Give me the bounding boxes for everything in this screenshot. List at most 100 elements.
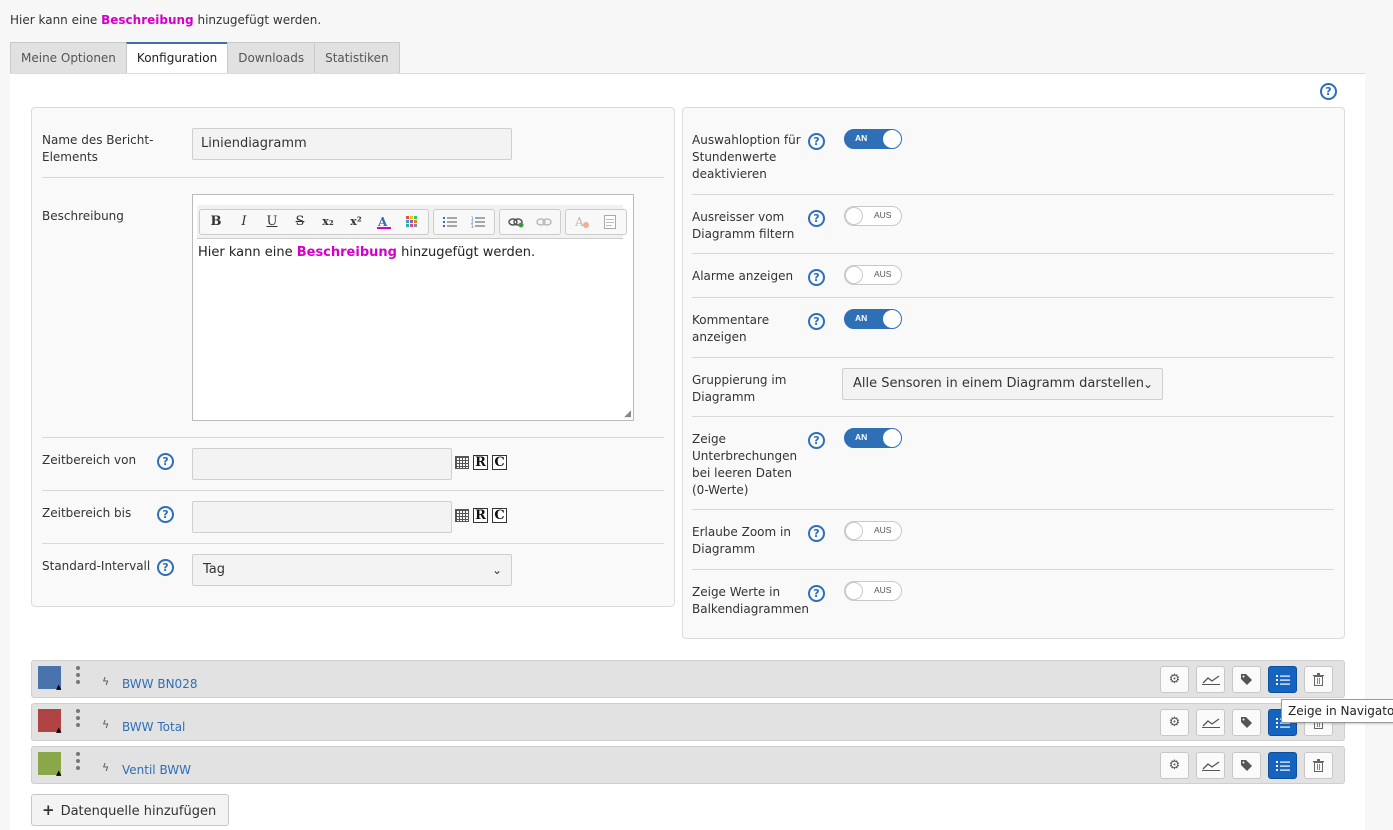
comments-toggle[interactable]: AN [844,309,902,329]
bar-values-toggle[interactable]: AUS [844,581,902,601]
superscript-button[interactable]: x² [342,210,370,234]
option-label: Kommentare anzeigen [692,313,770,344]
caret-icon: ▲ [56,769,62,777]
caret-icon: ▲ [56,726,62,734]
help-icon[interactable]: ? [157,453,174,470]
name-label: Name des Bericht-Elements [42,133,154,164]
drag-handle-icon[interactable] [76,709,80,730]
bg-color-icon[interactable] [398,210,426,234]
bold-button[interactable]: B [202,210,230,234]
strike-button[interactable]: S [286,210,314,234]
datasource-row: ▲ ϟ BWW Total ⚙ [31,703,1345,741]
svg-text:3: 3 [471,224,474,228]
subscript-button[interactable]: x₂ [314,210,342,234]
help-icon[interactable]: ? [157,506,174,523]
tag-icon[interactable] [1232,709,1261,736]
resize-handle[interactable]: ◢ [624,409,631,419]
editor-text-before: Hier kann eine [198,245,297,260]
datasource-row: ▲ ϟ Ventil BWW ⚙ [31,746,1345,784]
trash-icon[interactable] [1304,666,1333,693]
clear-c-icon[interactable]: C [492,455,507,470]
option-label: Erlaube Zoom in Diagramm [692,525,791,556]
hourly-values-toggle[interactable]: AN [844,129,902,149]
help-icon[interactable]: ? [808,133,825,150]
sensor-bolt-icon: ϟ [102,761,110,774]
trash-icon[interactable] [1304,752,1333,779]
to-label: Zeitbereich bis [42,506,132,520]
chart-line-icon[interactable] [1196,752,1225,779]
drag-handle-icon[interactable] [76,752,80,773]
datasource-name[interactable]: BWW Total [122,720,185,734]
tag-icon[interactable] [1232,666,1261,693]
unlink-icon[interactable] [530,210,558,234]
sensor-bolt-icon: ϟ [102,675,110,688]
source-icon[interactable] [596,210,624,234]
editor-content[interactable]: Hier kann eine Beschreibung hinzugefügt … [198,245,535,260]
underline-button[interactable]: U [258,210,286,234]
divider [42,543,664,544]
chart-line-icon[interactable] [1196,709,1225,736]
chevron-down-icon: ⌄ [491,563,502,577]
divider [692,357,1334,358]
help-icon[interactable]: ? [808,269,825,286]
interval-label: Standard-Intervall [42,559,151,573]
text-color-icon[interactable]: A [370,210,398,234]
help-icon[interactable]: ? [808,585,825,602]
chevron-down-icon: ⌄ [1142,377,1153,391]
add-datasource-button[interactable]: + Datenquelle hinzufügen [31,794,229,826]
link-icon[interactable] [502,210,530,234]
tab-statistiken[interactable]: Statistiken [314,42,400,73]
outlier-filter-toggle[interactable]: AUS [844,206,902,226]
gaps-toggle[interactable]: AN [844,428,902,448]
navigator-list-icon[interactable] [1268,752,1297,779]
help-icon[interactable]: ? [1320,83,1337,100]
tag-icon[interactable] [1232,752,1261,779]
italic-button[interactable]: I [230,210,258,234]
interval-select[interactable]: Tag ⌄ [192,554,512,586]
bulleted-list-icon[interactable] [436,210,464,234]
option-label: Alarme anzeigen [692,269,794,283]
zoom-toggle[interactable]: AUS [844,521,902,541]
clear-c-icon[interactable]: C [492,508,507,523]
reset-r-icon[interactable]: R [473,455,488,470]
drag-handle-icon[interactable] [76,666,80,687]
divider [692,253,1334,254]
sensor-bolt-icon: ϟ [102,718,110,731]
alarms-toggle[interactable]: AUS [844,265,902,285]
intro-highlight: Beschreibung [101,13,194,27]
help-icon[interactable]: ? [808,313,825,330]
description-label: Beschreibung [42,209,124,223]
numbered-list-icon[interactable]: 123 [464,210,492,234]
tab-downloads[interactable]: Downloads [227,42,316,73]
datasource-name[interactable]: Ventil BWW [122,763,191,777]
help-icon[interactable]: ? [808,210,825,227]
calendar-icon[interactable] [455,456,469,469]
option-label: Gruppierung im Diagramm [692,373,787,404]
navigator-tooltip: Zeige in Navigator. [1281,699,1393,723]
settings-icon[interactable]: ⚙ [1160,709,1189,736]
option-label: Zeige Unterbrechungen bei leeren Daten (… [692,432,798,497]
svg-text:A: A [377,215,388,229]
datasource-name[interactable]: BWW BN028 [122,677,197,691]
grouping-select[interactable]: Alle Sensoren in einem Diagramm darstell… [842,368,1163,400]
calendar-icon[interactable] [455,509,469,522]
remove-format-icon[interactable]: A [568,210,596,234]
to-date-input[interactable] [192,501,452,533]
chart-line-icon[interactable] [1196,666,1225,693]
reset-r-icon[interactable]: R [473,508,488,523]
name-input[interactable]: Liniendiagramm [192,128,512,160]
navigator-list-icon[interactable] [1268,666,1297,693]
tab-meine-optionen[interactable]: Meine Optionen [10,42,127,73]
help-icon[interactable]: ? [808,525,825,542]
option-label: Auswahloption für Stundenwerte deaktivie… [692,133,801,181]
divider [692,297,1334,298]
settings-icon[interactable]: ⚙ [1160,752,1189,779]
settings-icon[interactable]: ⚙ [1160,666,1189,693]
grouping-value: Alle Sensoren in einem Diagramm darstell… [853,376,1145,391]
from-date-input[interactable] [192,448,452,480]
tab-konfiguration[interactable]: Konfiguration [125,42,229,73]
help-icon[interactable]: ? [808,432,825,449]
divider [692,194,1334,195]
editor-toolbar: B I U S x₂ x² A 123 A [197,205,627,239]
help-icon[interactable]: ? [157,559,174,576]
